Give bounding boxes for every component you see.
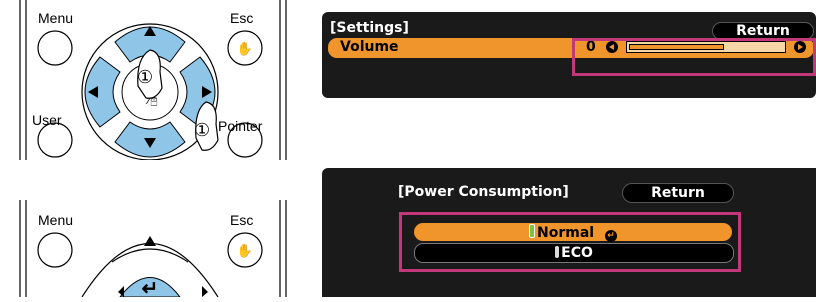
menu-label: Menu: [38, 10, 74, 26]
user-label: User: [32, 112, 62, 128]
esc-label: Esc: [230, 10, 254, 26]
esc-label-bottom: Esc: [230, 212, 254, 228]
remote-control-bottom: ✋ ↵ Menu Esc: [0, 200, 300, 300]
esc-hand-icon-bottom: ✋: [237, 243, 253, 258]
remote-control-top: ✋ ⁄🖰 Menu Esc User Pointer ① ①: [0, 0, 300, 161]
settings-title: [Settings]: [330, 20, 409, 36]
enter-return-icon: ↵: [142, 278, 159, 297]
power-options-callout: [399, 212, 741, 272]
power-return-button[interactable]: Return: [622, 183, 734, 203]
up-arrow-icon-bottom: [144, 236, 156, 246]
pointer-label: Pointer: [218, 118, 263, 134]
menu-label-bottom: Menu: [38, 212, 74, 228]
right-arrow-icon-bottom: [202, 286, 208, 297]
step-badge-right: ①: [194, 120, 211, 141]
menu-button-bottom[interactable]: [37, 232, 73, 268]
volume-label: Volume: [340, 39, 399, 55]
power-title: [Power Consumption]: [398, 184, 569, 200]
step-badge-up: ①: [137, 67, 154, 88]
menu-button[interactable]: [37, 30, 73, 66]
volume-slider-callout: [572, 38, 816, 76]
user-button[interactable]: [37, 122, 73, 158]
esc-hand-icon: ✋: [237, 41, 253, 56]
